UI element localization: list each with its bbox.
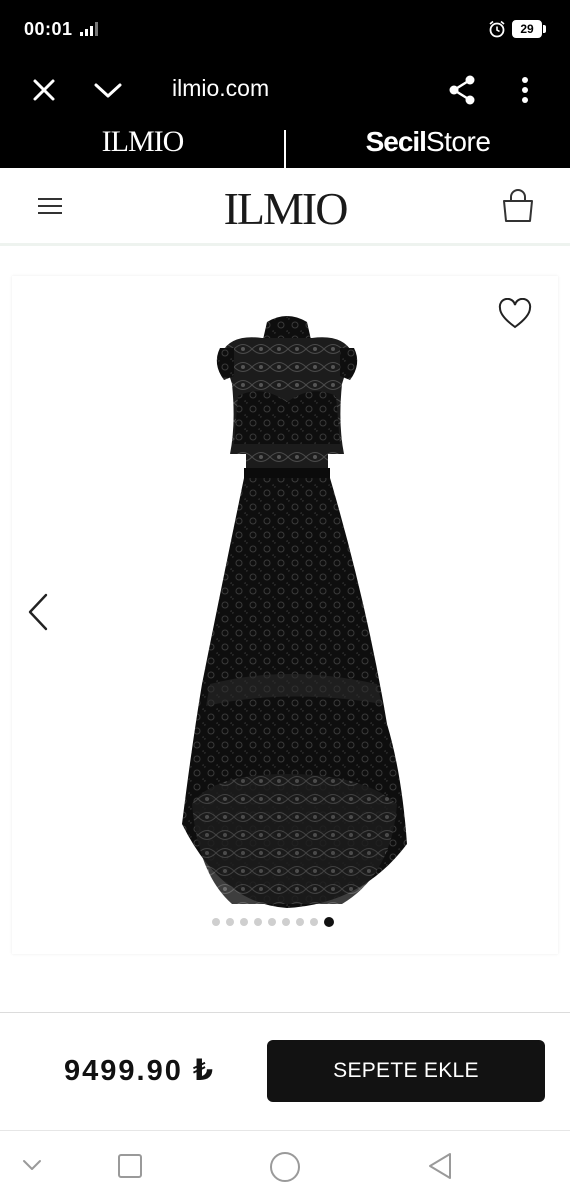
back-icon[interactable] [426,1151,454,1181]
add-to-cart-button[interactable]: SEPETE EKLE [267,1040,545,1102]
product-gallery[interactable] [12,276,558,954]
gallery-dot[interactable] [282,918,290,926]
gallery-pagination[interactable] [212,916,334,928]
brand-link-ilmio[interactable]: ILMIO [0,120,285,168]
brand-link-secilstore[interactable]: SecilStore [286,120,570,168]
shopping-bag-icon[interactable] [500,188,536,224]
brand-store-text: Store [425,126,491,157]
gallery-dot[interactable] [240,918,248,926]
status-bar: 00:01 29 [0,0,570,60]
system-nav-bar [0,1130,570,1203]
product-image [182,316,407,908]
gallery-dot[interactable] [254,918,262,926]
heart-icon[interactable] [498,298,532,330]
more-vertical-icon[interactable] [514,74,536,106]
gallery-dot[interactable] [212,918,220,926]
gallery-dot[interactable] [296,918,304,926]
product-price: 9499.90 ₺ [64,1055,216,1087]
browser-toolbar: ilmio.com [0,60,570,120]
gallery-dot[interactable] [226,918,234,926]
site-logo[interactable]: ILMIO [0,182,570,235]
battery-level: 29 [512,20,542,38]
signal-icon [80,22,98,36]
gallery-dot-active[interactable] [324,917,334,927]
gallery-dot[interactable] [268,918,276,926]
close-icon[interactable] [30,76,58,104]
share-icon[interactable] [446,74,478,106]
status-time: 00:01 [24,19,73,39]
chevron-down-icon[interactable] [22,1157,42,1173]
site-header: ILMIO [0,168,570,246]
chevron-down-icon[interactable] [92,76,124,104]
home-icon[interactable] [270,1152,300,1182]
brand-switcher: ILMIO SecilStore [0,120,570,168]
battery-icon: 29 [512,20,546,38]
recent-apps-icon[interactable] [118,1154,142,1178]
alarm-icon [489,20,505,38]
chevron-left-icon[interactable] [26,592,50,632]
url-text[interactable]: ilmio.com [172,75,269,102]
gallery-dot[interactable] [310,918,318,926]
add-to-cart-bar: 9499.90 ₺ SEPETE EKLE [0,1012,570,1126]
brand-secil-text: Secil [365,126,427,157]
